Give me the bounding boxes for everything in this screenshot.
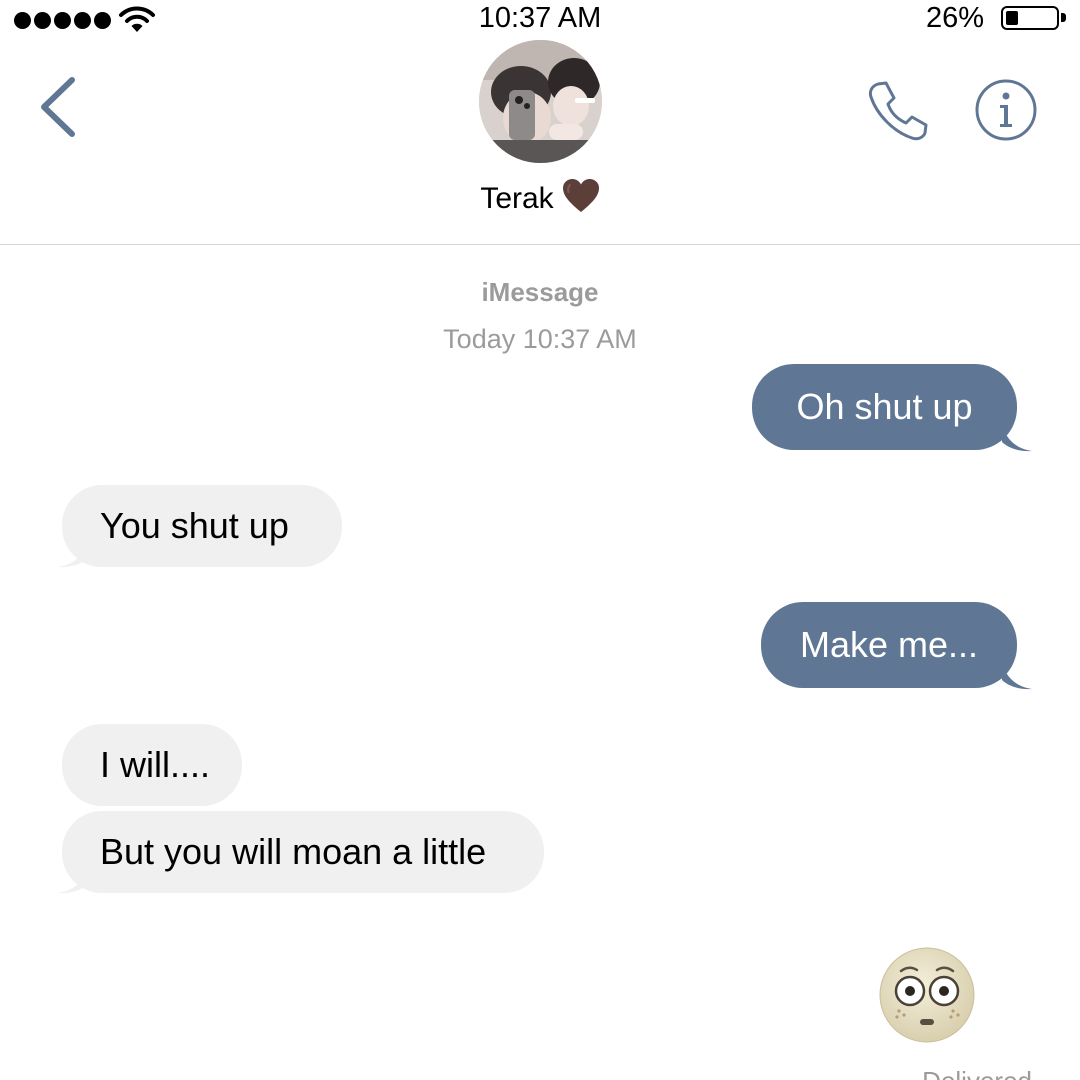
message-text: Oh shut up [796, 386, 973, 427]
battery-icon [1001, 6, 1059, 30]
timestamp: Today 10:37 AM [443, 324, 637, 354]
battery-level [1006, 11, 1018, 25]
service-label: iMessage [481, 277, 599, 307]
message-bubble-received[interactable]: You shut up [62, 485, 342, 567]
contact-name: Terak [480, 182, 554, 215]
avatar-photo [479, 40, 602, 163]
message-text: Make me... [799, 624, 979, 665]
conversation-header: Terak [0, 40, 1080, 245]
phone-icon[interactable] [864, 78, 930, 144]
brown-heart-icon [562, 179, 599, 212]
flushed-face-emoji[interactable] [877, 945, 977, 1045]
message-bubble-received[interactable]: But you will moan a little [62, 811, 544, 893]
message-bubble-sent[interactable]: Oh shut up [752, 364, 1017, 450]
battery-percent: 26% [925, 2, 984, 34]
avatar[interactable] [479, 40, 602, 163]
messages-screen: 10:37 AM 26% Terak iMessage Today 10:37 … [0, 0, 1080, 1080]
message-bubble-sent[interactable]: Make me... [761, 602, 1017, 688]
message-text: But you will moan a little [100, 831, 487, 872]
battery-cap [1061, 13, 1066, 22]
message-text: You shut up [100, 505, 289, 546]
message-bubble-received[interactable]: I will.... [62, 724, 242, 806]
status-time: 10:37 AM [478, 2, 602, 34]
info-icon[interactable] [974, 78, 1038, 142]
contact-name-row[interactable]: Terak [0, 178, 1080, 216]
message-text: I will.... [100, 744, 211, 785]
status-bar: 10:37 AM 26% [0, 0, 1080, 40]
chevron-left-icon[interactable] [36, 74, 80, 140]
delivery-status: Delivered [922, 1066, 1032, 1080]
